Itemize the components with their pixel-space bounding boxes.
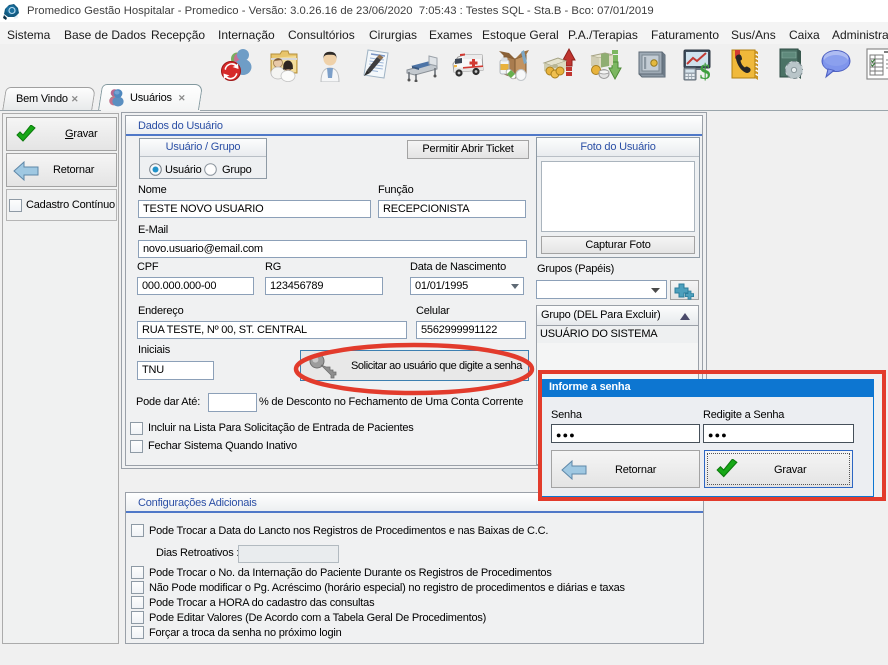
- svg-text:$: $: [700, 59, 711, 82]
